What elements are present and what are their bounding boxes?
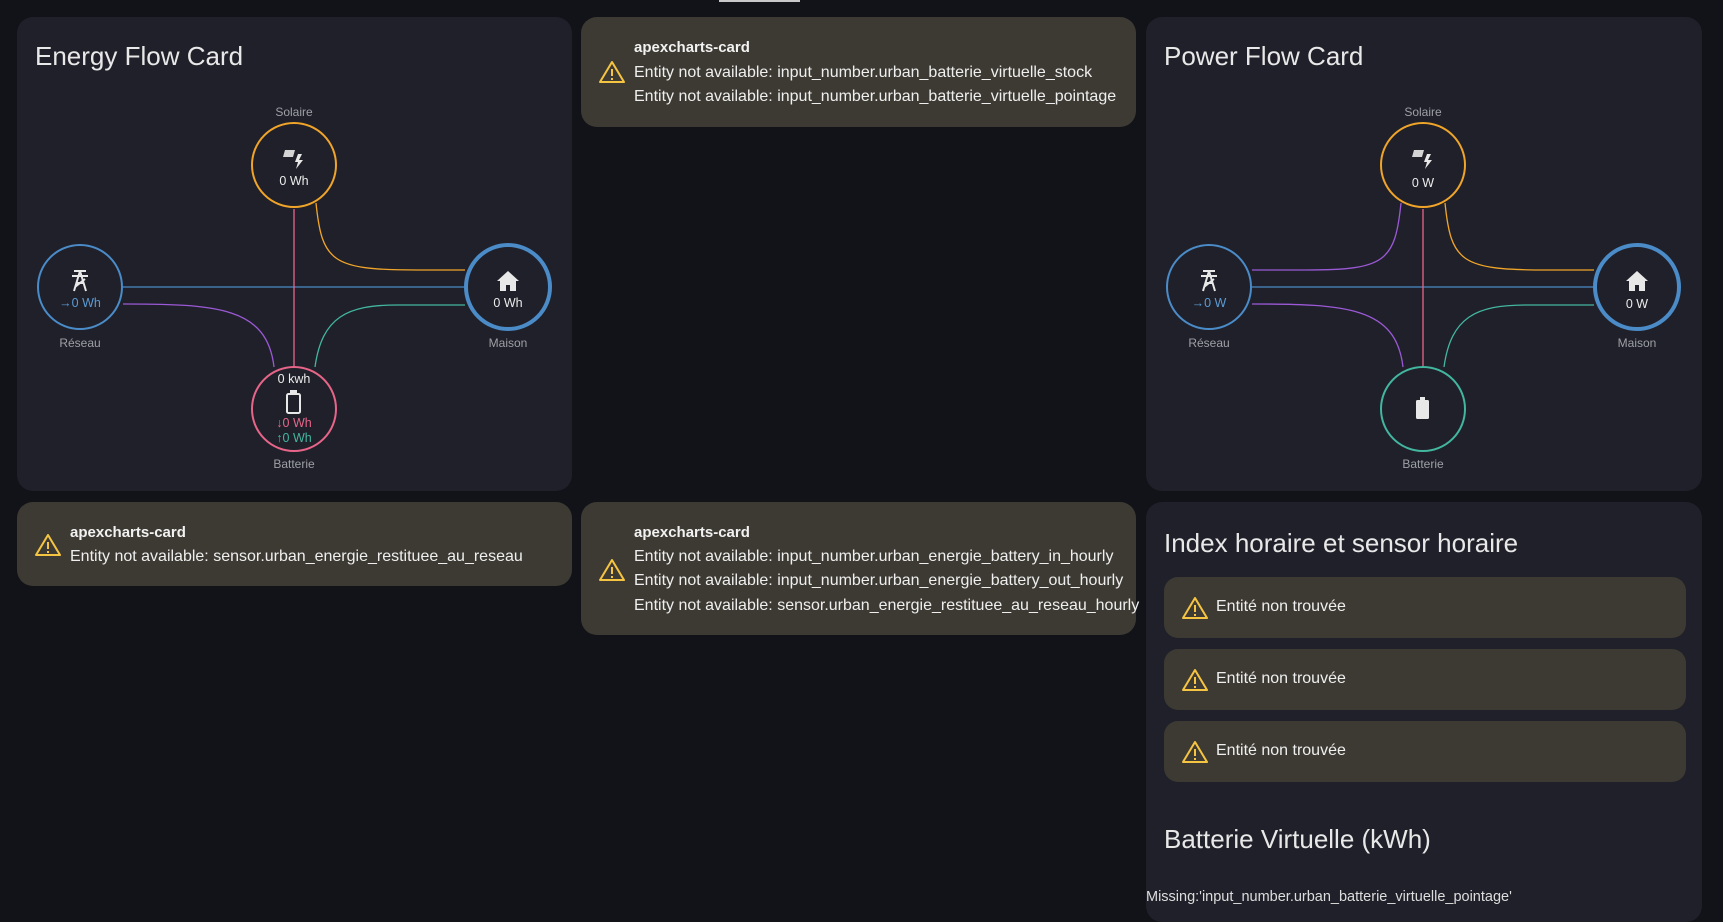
apexcharts-warning-hourly: apexcharts-card Entity not available: in… — [581, 502, 1140, 635]
solar-label: Solaire — [275, 105, 313, 119]
warning-line: Entity not available: input_number.urban… — [634, 88, 1117, 105]
power-flow-card: Power Flow Card Solaire 0 W Réseau →0 W … — [1146, 17, 1702, 491]
solar-label: Solaire — [1404, 105, 1442, 119]
home-label: Maison — [488, 336, 528, 350]
energy-flow-card: Energy Flow Card Solaire 0 Wh Réseau →0 … — [17, 17, 572, 491]
warning-icon — [1182, 597, 1208, 619]
entity-not-found-row: Entité non trouvée — [1164, 721, 1686, 782]
solar-value: 0 Wh — [279, 174, 309, 188]
battery-out: ↑0 Wh — [276, 431, 312, 445]
warning-title: apexcharts-card — [70, 524, 186, 541]
solar-node[interactable] — [251, 122, 337, 208]
warning-icon — [1182, 741, 1208, 763]
home-value: 0 Wh — [493, 296, 523, 310]
battery-stock: 0 kwh — [277, 372, 311, 386]
home-value: 0 W — [1625, 297, 1649, 311]
warning-line: Entity not available: input_number.urban… — [634, 572, 1124, 589]
solar-node[interactable] — [1380, 122, 1466, 208]
warning-title: apexcharts-card — [634, 524, 750, 541]
entity-not-found-text: Entité non trouvée — [1216, 670, 1346, 687]
warning-line: Entity not available: sensor.urban_energ… — [634, 597, 1140, 614]
grid-value: →0 W — [1191, 296, 1227, 310]
warning-icon — [599, 559, 625, 581]
warning-icon — [1182, 669, 1208, 691]
battery-in: ↓0 Wh — [276, 416, 312, 430]
entity-not-found-row: Entité non trouvée — [1164, 649, 1686, 710]
grid-value: →0 Wh — [59, 296, 101, 310]
home-label: Maison — [1617, 336, 1657, 350]
home-node[interactable] — [1593, 243, 1681, 331]
grid-node[interactable] — [1166, 244, 1252, 330]
apexcharts-warning-stock: apexcharts-card Entity not available: in… — [581, 17, 1136, 127]
power-flow-diagram — [1166, 122, 1681, 452]
home-node[interactable] — [464, 243, 552, 331]
grid-label: Réseau — [59, 336, 101, 350]
card-title: Index horaire et sensor horaire — [1164, 528, 1519, 558]
warning-line: Entity not available: input_number.urban… — [634, 64, 1093, 81]
active-tab-indicator — [719, 0, 800, 2]
grid-label: Réseau — [1188, 336, 1230, 350]
warning-title: apexcharts-card — [634, 39, 750, 56]
battery-icon — [1416, 397, 1429, 419]
battery-label: Batterie — [1402, 457, 1444, 471]
index-horaire-card: Index horaire et sensor horaire Entité n… — [1146, 502, 1702, 922]
entity-not-found-row: Entité non trouvée — [1164, 577, 1686, 638]
entity-not-found-text: Entité non trouvée — [1216, 742, 1346, 759]
solar-value: 0 W — [1411, 176, 1435, 190]
battery-label: Batterie — [273, 457, 315, 471]
warning-line: Entity not available: sensor.urban_energ… — [70, 548, 523, 565]
battery-virtual-title: Batterie Virtuelle (kWh) — [1164, 824, 1431, 854]
entity-not-found-text: Entité non trouvée — [1216, 598, 1346, 615]
warning-line: Entity not available: input_number.urban… — [634, 548, 1114, 565]
warning-icon — [35, 534, 61, 556]
apexcharts-warning-restituee: apexcharts-card Entity not available: se… — [17, 502, 572, 586]
grid-node[interactable] — [37, 244, 123, 330]
warning-icon — [599, 61, 625, 83]
